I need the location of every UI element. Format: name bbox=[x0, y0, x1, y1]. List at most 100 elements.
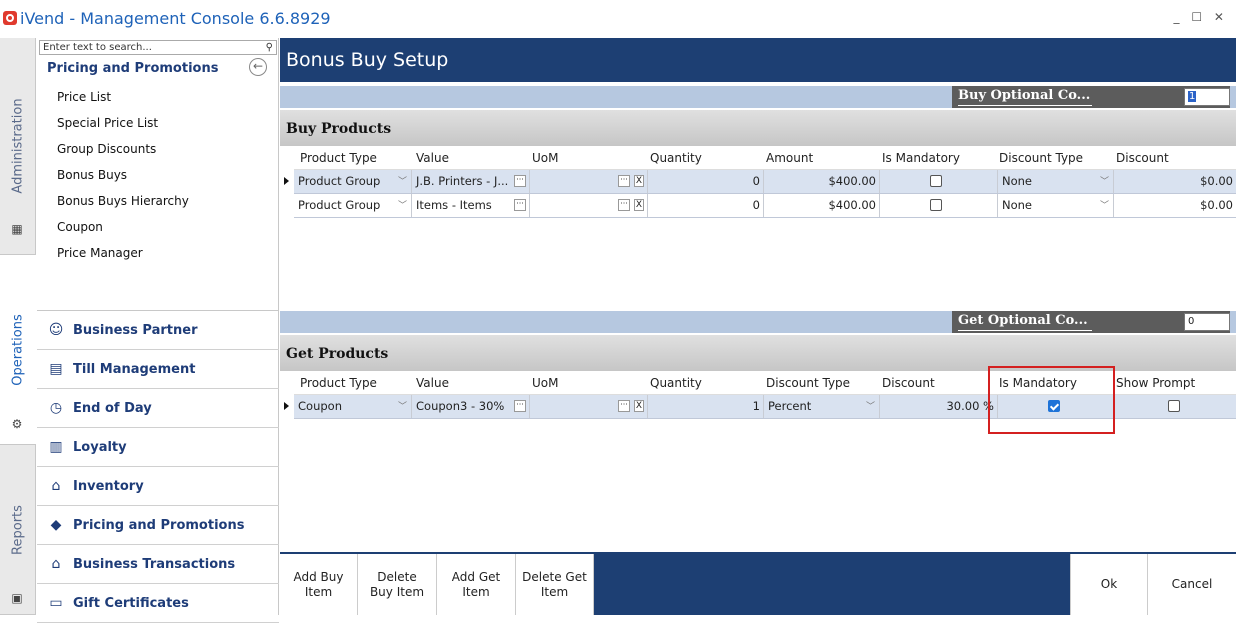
clear-button[interactable]: X bbox=[634, 400, 644, 412]
buy-products-grid: Product Type Value UoM Quantity Amount I… bbox=[294, 146, 1236, 170]
navigation-panel: Enter text to search... ⚲ Pricing and Pr… bbox=[37, 38, 279, 623]
module-end-of-day[interactable]: ◷ End of Day bbox=[37, 389, 279, 428]
tab-operations[interactable]: Operations ⚙ bbox=[0, 255, 36, 445]
cancel-button[interactable]: Cancel bbox=[1148, 554, 1236, 615]
col-value[interactable]: Value bbox=[416, 376, 449, 390]
quantity-field[interactable]: 0 bbox=[648, 170, 764, 193]
delete-buy-item-button[interactable]: Delete Buy Item bbox=[358, 554, 437, 615]
discount-type-select[interactable]: None ﹀ bbox=[998, 194, 1114, 217]
col-discount[interactable]: Discount bbox=[882, 376, 935, 390]
tab-reports[interactable]: Reports ▣ bbox=[0, 445, 36, 615]
col-product-type[interactable]: Product Type bbox=[300, 151, 377, 165]
module-label: Loyalty bbox=[73, 440, 127, 455]
ellipsis-button[interactable]: ··· bbox=[618, 199, 630, 211]
ok-button[interactable]: Ok bbox=[1070, 554, 1148, 615]
store-icon: ⌂ bbox=[51, 556, 61, 572]
gift-icon: ▥ bbox=[49, 439, 63, 455]
search-icon[interactable]: ⚲ bbox=[266, 41, 273, 54]
buy-products-rows: Product Group ﹀ J.B. Printers - J... ··· ·… bbox=[284, 170, 1236, 218]
building-icon: ▦ bbox=[11, 222, 23, 236]
col-amount[interactable]: Amount bbox=[766, 151, 813, 165]
col-quantity[interactable]: Quantity bbox=[650, 151, 702, 165]
nav-item-special-price-list[interactable]: Special Price List bbox=[57, 116, 189, 142]
module-inventory[interactable]: ⌂ Inventory bbox=[37, 467, 279, 506]
nav-item-group-discounts[interactable]: Group Discounts bbox=[57, 142, 189, 168]
uom-field[interactable]: ··· X bbox=[530, 194, 648, 217]
buy-optional-value: 1 bbox=[1188, 91, 1197, 102]
show-prompt-checkbox[interactable] bbox=[1168, 400, 1180, 412]
module-business-transactions[interactable]: ⌂ Business Transactions bbox=[37, 545, 279, 584]
buy-optional-input[interactable]: 1 bbox=[1184, 88, 1230, 106]
nav-item-price-manager[interactable]: Price Manager bbox=[57, 246, 189, 272]
col-uom[interactable]: UoM bbox=[532, 376, 558, 390]
uom-field[interactable]: ··· X bbox=[530, 170, 648, 193]
value-field[interactable]: Items - Items ··· bbox=[412, 194, 530, 217]
col-uom[interactable]: UoM bbox=[532, 151, 558, 165]
table-row[interactable]: Product Group ﹀ J.B. Printers - J... ··· ·… bbox=[284, 170, 1236, 194]
discount-field[interactable]: $0.00 bbox=[1114, 170, 1236, 193]
amount-field[interactable]: $400.00 bbox=[764, 194, 880, 217]
nav-item-bonus-buys[interactable]: Bonus Buys bbox=[57, 168, 189, 194]
module-loyalty[interactable]: ▥ Loyalty bbox=[37, 428, 279, 467]
table-row[interactable]: Product Group ﹀ Items - Items ··· ··· X 0 $… bbox=[294, 194, 1236, 218]
col-product-type[interactable]: Product Type bbox=[300, 376, 377, 390]
till-icon: ▤ bbox=[49, 361, 63, 377]
discount-field[interactable]: 30.00 % bbox=[880, 395, 998, 418]
product-type-select[interactable]: Product Group ﹀ bbox=[294, 170, 412, 193]
ellipsis-button[interactable]: ··· bbox=[514, 199, 526, 211]
ellipsis-button[interactable]: ··· bbox=[514, 175, 526, 187]
action-bar: Add Buy Item Delete Buy Item Add Get Ite… bbox=[280, 552, 1236, 615]
module-pricing-promotions[interactable]: ◆ Pricing and Promotions bbox=[37, 506, 279, 545]
is-mandatory-checkbox[interactable] bbox=[930, 199, 942, 211]
show-prompt-cell bbox=[1114, 395, 1236, 418]
add-buy-item-button[interactable]: Add Buy Item bbox=[280, 554, 358, 615]
col-discount[interactable]: Discount bbox=[1116, 151, 1169, 165]
nav-section-title: Pricing and Promotions bbox=[47, 61, 219, 76]
module-gift-certificates[interactable]: ▭ Gift Certificates bbox=[37, 584, 279, 623]
product-type-select[interactable]: Product Group ﹀ bbox=[294, 194, 412, 217]
module-label: End of Day bbox=[73, 401, 152, 416]
col-is-mandatory[interactable]: Is Mandatory bbox=[882, 151, 960, 165]
ellipsis-button[interactable]: ··· bbox=[618, 175, 630, 187]
nav-item-price-list[interactable]: Price List bbox=[57, 90, 189, 116]
chevron-down-icon: ﹀ bbox=[397, 201, 407, 211]
discount-field[interactable]: $0.00 bbox=[1114, 194, 1236, 217]
uom-field[interactable]: ··· X bbox=[530, 395, 648, 418]
quantity-field[interactable]: 0 bbox=[648, 194, 764, 217]
value-field[interactable]: J.B. Printers - J... ··· bbox=[412, 170, 530, 193]
get-optional-count: Get Optional Co... 0 bbox=[952, 311, 1230, 333]
quantity-field[interactable]: 1 bbox=[648, 395, 764, 418]
search-input[interactable]: Enter text to search... ⚲ bbox=[39, 40, 277, 55]
highlight-box bbox=[988, 366, 1115, 434]
tab-administration[interactable]: Administration ▦ bbox=[0, 38, 36, 255]
nav-item-coupon[interactable]: Coupon bbox=[57, 220, 189, 246]
ellipsis-button[interactable]: ··· bbox=[514, 400, 526, 412]
tab-reports-label: Reports bbox=[10, 504, 26, 555]
get-optional-input[interactable]: 0 bbox=[1184, 313, 1230, 331]
module-label: Business Transactions bbox=[73, 557, 236, 572]
discount-type-select[interactable]: Percent ﹀ bbox=[764, 395, 880, 418]
clear-button[interactable]: X bbox=[634, 175, 644, 187]
col-show-prompt[interactable]: Show Prompt bbox=[1116, 376, 1195, 390]
nav-item-bonus-buys-hierarchy[interactable]: Bonus Buys Hierarchy bbox=[57, 194, 189, 220]
module-label: Gift Certificates bbox=[73, 596, 189, 611]
is-mandatory-checkbox[interactable] bbox=[930, 175, 942, 187]
add-get-item-button[interactable]: Add Get Item bbox=[437, 554, 516, 615]
ellipsis-button[interactable]: ··· bbox=[618, 400, 630, 412]
back-arrow-icon[interactable]: ← bbox=[249, 58, 267, 76]
col-quantity[interactable]: Quantity bbox=[650, 376, 702, 390]
warehouse-icon: ⌂ bbox=[51, 478, 61, 494]
col-discount-type[interactable]: Discount Type bbox=[766, 376, 850, 390]
col-value[interactable]: Value bbox=[416, 151, 449, 165]
discount-type-select[interactable]: None ﹀ bbox=[998, 170, 1114, 193]
col-discount-type[interactable]: Discount Type bbox=[999, 151, 1083, 165]
product-type-select[interactable]: Coupon ﹀ bbox=[294, 395, 412, 418]
chevron-down-icon: ﹀ bbox=[397, 177, 407, 187]
value-field[interactable]: Coupon3 - 30% ··· bbox=[412, 395, 530, 418]
module-till-management[interactable]: ▤ Till Management bbox=[37, 350, 279, 389]
clear-button[interactable]: X bbox=[634, 199, 644, 211]
amount-field[interactable]: $400.00 bbox=[764, 170, 880, 193]
module-business-partner[interactable]: ☺ Business Partner bbox=[37, 311, 279, 350]
delete-get-item-button[interactable]: Delete Get Item bbox=[516, 554, 594, 615]
window-controls[interactable]: _ ☐ ✕ bbox=[1174, 10, 1228, 24]
